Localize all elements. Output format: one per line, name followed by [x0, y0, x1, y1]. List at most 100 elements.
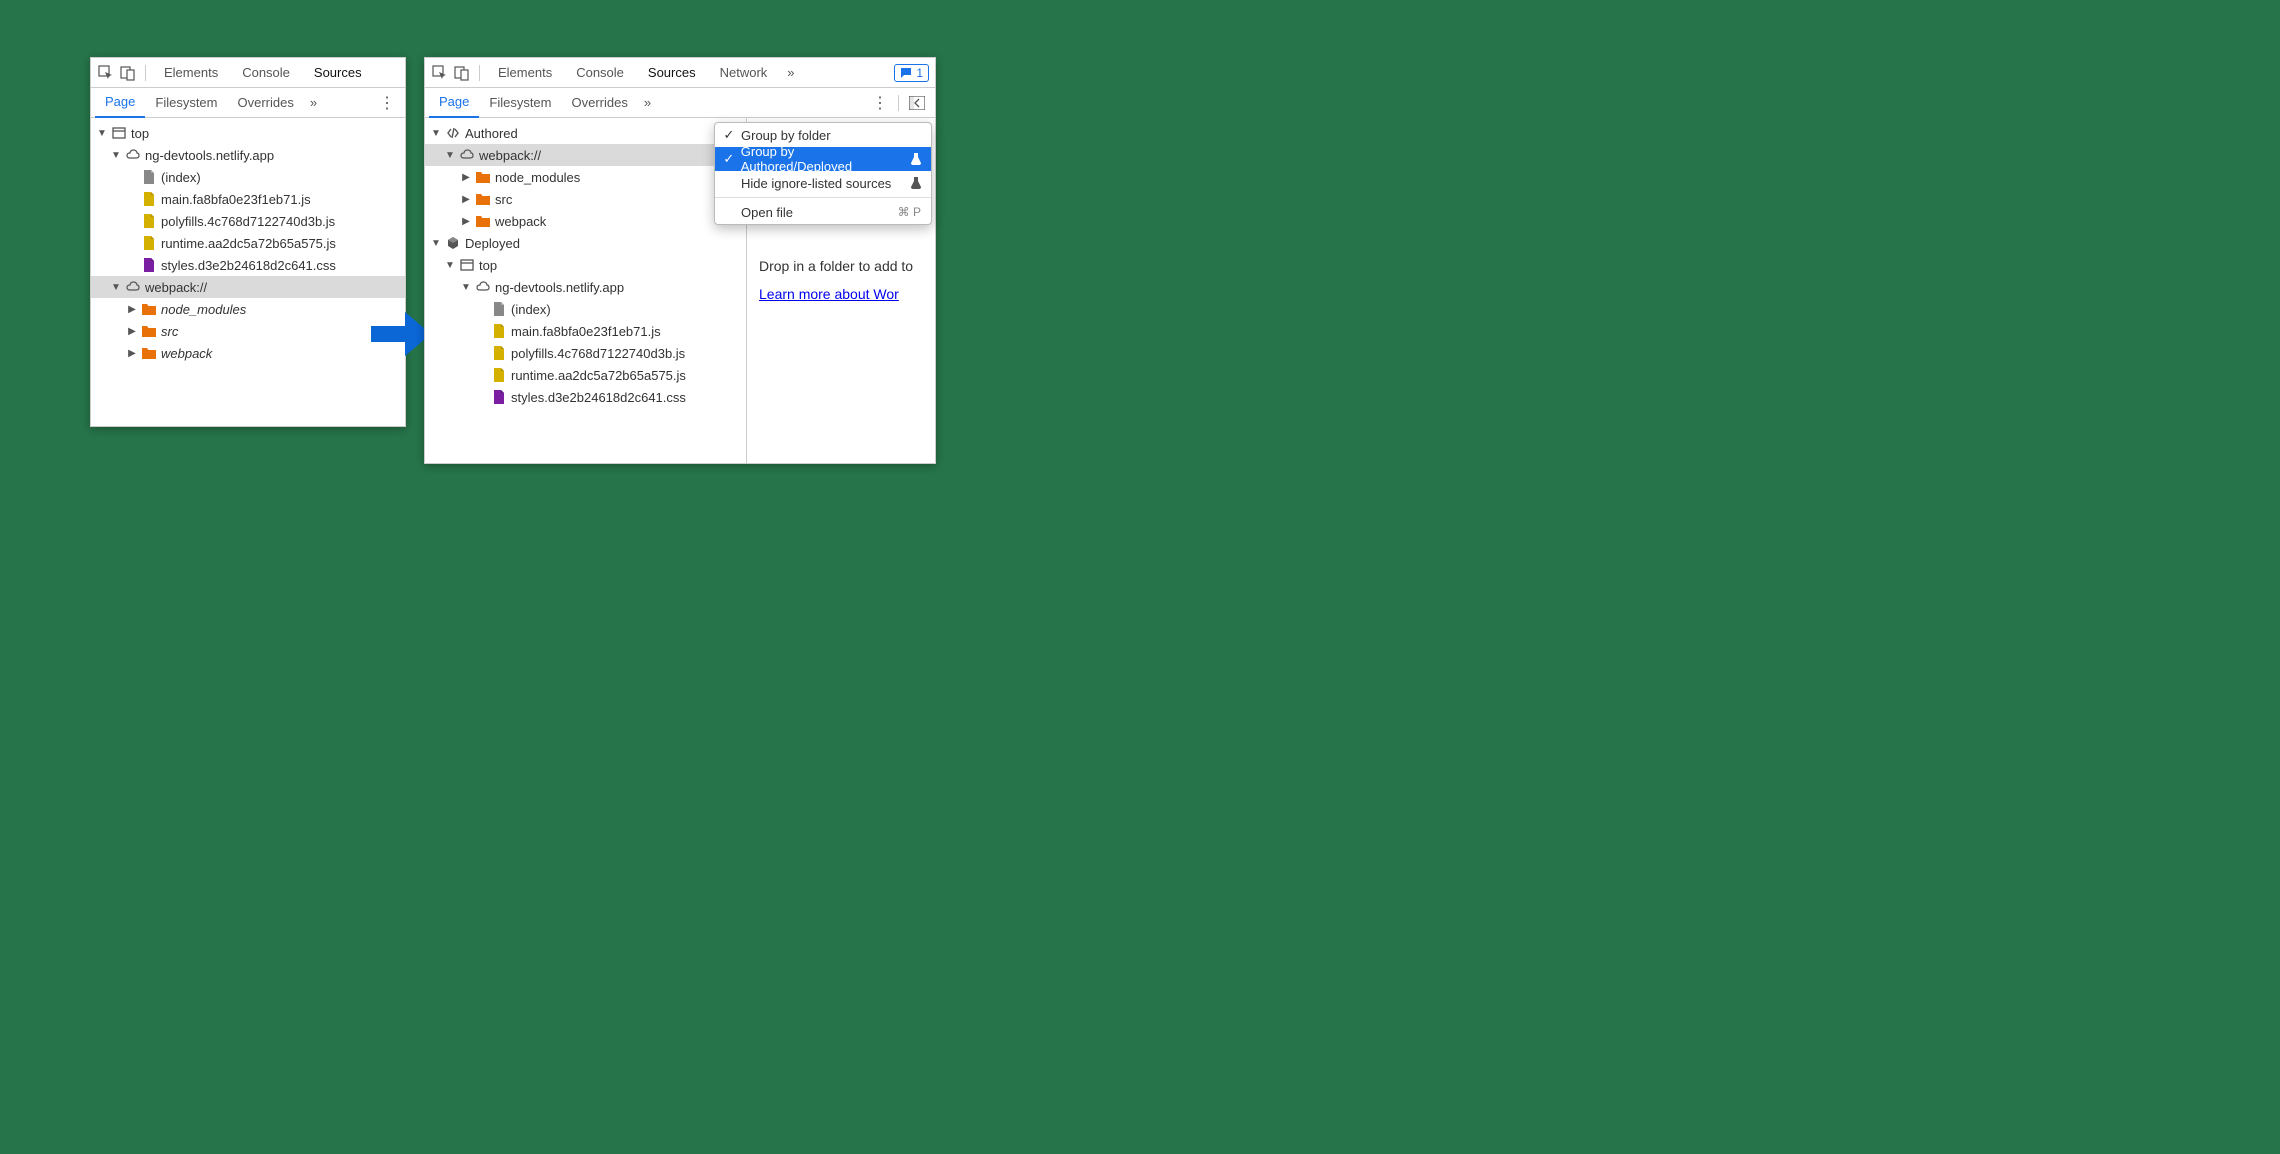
menu-label: Hide ignore-listed sources — [741, 176, 891, 191]
cloud-icon — [125, 279, 141, 295]
main-toolbar: Elements Console Sources Network » 1 — [425, 58, 935, 88]
tree-row-folder[interactable]: ▶ webpack — [91, 342, 405, 364]
cloud-icon — [125, 147, 141, 163]
transition-arrow-icon — [371, 312, 431, 356]
folder-icon — [475, 213, 491, 229]
chevron-down-icon: ▼ — [431, 128, 441, 139]
kebab-menu-icon[interactable]: ⋮ — [864, 93, 894, 113]
frame-icon — [459, 257, 475, 273]
comment-icon — [900, 67, 912, 79]
tab-sources[interactable]: Sources — [304, 58, 372, 88]
tree-row-file[interactable]: styles.d3e2b24618d2c641.css — [425, 386, 746, 408]
file-icon — [491, 301, 507, 317]
chevron-down-icon: ▼ — [445, 260, 455, 271]
file-tree: ▼ top ▼ ng-devtools.netlify.app (index) … — [91, 118, 405, 368]
tree-label: runtime.aa2dc5a72b65a575.js — [161, 236, 336, 251]
subtab-page[interactable]: Page — [95, 88, 145, 118]
tree-row-deployed[interactable]: ▼ Deployed — [425, 232, 746, 254]
tree-row-folder[interactable]: ▶ webpack — [425, 210, 746, 232]
tab-console[interactable]: Console — [232, 58, 300, 88]
tree-row-file[interactable]: (index) — [425, 298, 746, 320]
flask-icon — [911, 153, 921, 165]
subtab-page[interactable]: Page — [429, 88, 479, 118]
chevron-right-icon: ▶ — [127, 326, 137, 337]
file-icon — [141, 235, 157, 251]
tab-network[interactable]: Network — [710, 58, 778, 88]
tree-label: styles.d3e2b24618d2c641.css — [161, 258, 336, 273]
tree-row-domain[interactable]: ▼ ng-devtools.netlify.app — [91, 144, 405, 166]
menu-item-group-authored[interactable]: ✓ Group by Authored/Deployed — [715, 147, 931, 171]
tab-elements[interactable]: Elements — [154, 58, 228, 88]
more-subtabs-icon[interactable]: » — [304, 95, 323, 110]
sources-subbar: Page Filesystem Overrides » ⋮ — [91, 88, 405, 118]
menu-item-hide-ignore[interactable]: Hide ignore-listed sources — [715, 171, 931, 195]
subtab-filesystem[interactable]: Filesystem — [479, 88, 561, 118]
chevron-down-icon: ▼ — [461, 282, 471, 293]
file-icon — [141, 169, 157, 185]
tab-sources[interactable]: Sources — [638, 58, 706, 88]
issues-count: 1 — [916, 66, 923, 80]
menu-item-open-file[interactable]: Open file ⌘ P — [715, 200, 931, 224]
tree-row-authored[interactable]: ▼ Authored — [425, 122, 746, 144]
inspect-icon[interactable] — [97, 64, 115, 82]
menu-label: Open file — [741, 205, 793, 220]
tree-row-folder[interactable]: ▶ node_modules — [91, 298, 405, 320]
tree-label: top — [479, 258, 497, 273]
tab-elements[interactable]: Elements — [488, 58, 562, 88]
tree-row-top[interactable]: ▼ top — [425, 254, 746, 276]
device-icon[interactable] — [453, 64, 471, 82]
tree-label: src — [161, 324, 178, 339]
file-icon — [141, 191, 157, 207]
context-menu: ✓ Group by folder ✓ Group by Authored/De… — [714, 122, 932, 225]
inspect-icon[interactable] — [431, 64, 449, 82]
chevron-right-icon: ▶ — [127, 348, 137, 359]
tree-row-folder[interactable]: ▶ node_modules — [425, 166, 746, 188]
tree-row-file[interactable]: polyfills.4c768d7122740d3b.js — [91, 210, 405, 232]
learn-more-link[interactable]: Learn more about Wor — [759, 286, 899, 302]
divider — [898, 95, 899, 111]
tree-label: Deployed — [465, 236, 520, 251]
tree-row-file[interactable]: main.fa8bfa0e23f1eb71.js — [91, 188, 405, 210]
kebab-menu-icon[interactable]: ⋮ — [371, 93, 401, 113]
sidepane-toggle-icon[interactable] — [903, 96, 931, 110]
tree-row-file[interactable]: (index) — [91, 166, 405, 188]
issues-badge[interactable]: 1 — [894, 64, 929, 82]
subtab-filesystem[interactable]: Filesystem — [145, 88, 227, 118]
tree-label: top — [131, 126, 149, 141]
tree-label: ng-devtools.netlify.app — [495, 280, 624, 295]
tree-row-folder[interactable]: ▶ src — [91, 320, 405, 342]
tree-row-file[interactable]: polyfills.4c768d7122740d3b.js — [425, 342, 746, 364]
folder-icon — [141, 301, 157, 317]
tree-row-folder[interactable]: ▶ src — [425, 188, 746, 210]
tree-row-file[interactable]: main.fa8bfa0e23f1eb71.js — [425, 320, 746, 342]
tree-row-webpack[interactable]: ▼ webpack:// — [91, 276, 405, 298]
more-tabs-icon[interactable]: » — [781, 65, 800, 80]
chevron-down-icon: ▼ — [111, 150, 121, 161]
folder-icon — [475, 191, 491, 207]
tab-console[interactable]: Console — [566, 58, 634, 88]
main-toolbar: Elements Console Sources — [91, 58, 405, 88]
code-icon — [445, 125, 461, 141]
tree-label: src — [495, 192, 512, 207]
subtab-overrides[interactable]: Overrides — [228, 88, 304, 118]
frame-icon — [111, 125, 127, 141]
tree-label: main.fa8bfa0e23f1eb71.js — [161, 192, 311, 207]
tree-row-file[interactable]: runtime.aa2dc5a72b65a575.js — [91, 232, 405, 254]
subtab-overrides[interactable]: Overrides — [562, 88, 638, 118]
tree-label: polyfills.4c768d7122740d3b.js — [161, 214, 335, 229]
tree-row-top[interactable]: ▼ top — [91, 122, 405, 144]
tree-row-file[interactable]: runtime.aa2dc5a72b65a575.js — [425, 364, 746, 386]
tree-label: polyfills.4c768d7122740d3b.js — [511, 346, 685, 361]
deploy-icon — [445, 235, 461, 251]
tree-row-domain[interactable]: ▼ ng-devtools.netlify.app — [425, 276, 746, 298]
tree-row-file[interactable]: styles.d3e2b24618d2c641.css — [91, 254, 405, 276]
chevron-down-icon: ▼ — [111, 282, 121, 293]
chevron-right-icon: ▶ — [461, 172, 471, 183]
folder-icon — [141, 323, 157, 339]
device-icon[interactable] — [119, 64, 137, 82]
sources-subbar: Page Filesystem Overrides » ⋮ — [425, 88, 935, 118]
more-subtabs-icon[interactable]: » — [638, 95, 657, 110]
tree-row-webpack[interactable]: ▼ webpack:// — [425, 144, 746, 166]
shortcut-label: ⌘ P — [898, 205, 921, 219]
menu-label: Group by folder — [741, 128, 831, 143]
